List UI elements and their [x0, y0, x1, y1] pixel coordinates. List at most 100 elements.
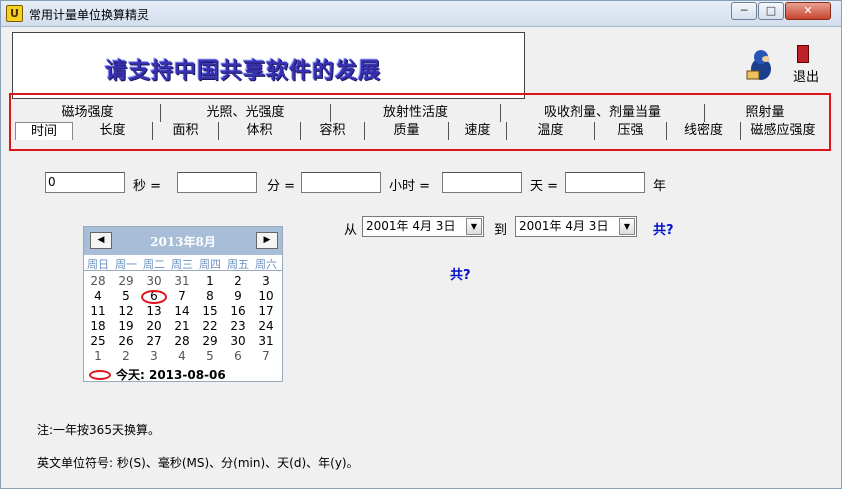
exit-label[interactable]: 退出 [793, 66, 819, 85]
calendar-header: ◀ 2013年8月 ▶ [84, 227, 282, 255]
month-calendar[interactable]: ◀ 2013年8月 ▶ 周日 周一 周二 周三 周四 周五 周六 28 29 30 31 1 2 3 4 5… [83, 226, 283, 382]
calendar-day[interactable]: 6 [224, 349, 252, 363]
calendar-day[interactable]: 28 [84, 274, 112, 288]
close-button[interactable]: ✕ [785, 2, 831, 20]
tab-mass[interactable]: 质量 [365, 122, 449, 140]
calendar-day[interactable]: 1 [84, 349, 112, 363]
tab-illuminance[interactable]: 光照、光强度 [161, 104, 331, 122]
next-month-button[interactable]: ▶ [256, 232, 278, 249]
tab-temperature[interactable]: 温度 [507, 122, 595, 140]
minimize-button[interactable]: ─ [731, 2, 757, 20]
maximize-button[interactable]: □ [758, 2, 784, 20]
note-year-days: 注:一年按365天换算。 [37, 423, 160, 437]
calendar-weekday-row: 周日 周一 周二 周三 周四 周五 周六 [84, 256, 282, 271]
calendar-month-title[interactable]: 2013年8月 [84, 233, 282, 250]
tab-magnetic-field-strength[interactable]: 磁场强度 [15, 104, 161, 122]
calendar-day[interactable]: 4 [84, 289, 112, 303]
calendar-day[interactable]: 20 [140, 319, 168, 333]
days-input[interactable] [442, 172, 522, 193]
calendar-diff-result: 共? [450, 268, 471, 283]
calendar-day[interactable]: 19 [112, 319, 140, 333]
calendar-day[interactable]: 23 [224, 319, 252, 333]
tab-capacity[interactable]: 容积 [301, 122, 365, 140]
calendar-day[interactable]: 7 [168, 289, 196, 303]
calendar-day[interactable]: 3 [252, 274, 280, 288]
app-logo-icon: U [6, 5, 23, 22]
support-banner: 请支持中国共享软件的发展 [12, 32, 525, 99]
calendar-day[interactable]: 24 [252, 319, 280, 333]
chevron-down-icon[interactable]: ▼ [619, 218, 635, 235]
calendar-day[interactable]: 25 [84, 334, 112, 348]
calendar-day[interactable]: 1 [196, 274, 224, 288]
from-date-value: 2001年 4月 3日 [366, 219, 456, 233]
calendar-day[interactable]: 22 [196, 319, 224, 333]
calendar-day[interactable]: 28 [168, 334, 196, 348]
years-input[interactable] [565, 172, 645, 193]
years-label: 年 [653, 179, 667, 194]
calendar-day[interactable]: 2 [224, 274, 252, 288]
hours-label: 小时 = [389, 179, 431, 194]
calendar-day[interactable]: 12 [112, 304, 140, 318]
banner-text: 请支持中国共享软件的发展 [105, 59, 382, 84]
calendar-day[interactable]: 18 [84, 319, 112, 333]
tab-magnetic-induction[interactable]: 磁感应强度 [741, 122, 825, 140]
calendar-day[interactable]: 4 [168, 349, 196, 363]
tab-volume[interactable]: 体积 [219, 122, 301, 140]
tab-exposure[interactable]: 照射量 [705, 104, 825, 122]
calendar-day[interactable]: 5 [112, 289, 140, 303]
calendar-day[interactable]: 5 [196, 349, 224, 363]
app-window: U 常用计量单位换算精灵 ─ □ ✕ 请支持中国共享软件的发展 退出 磁场强度 … [0, 0, 842, 489]
calendar-day[interactable]: 8 [196, 289, 224, 303]
calendar-day[interactable]: 29 [196, 334, 224, 348]
calendar-day[interactable]: 27 [140, 334, 168, 348]
calendar-day[interactable]: 30 [224, 334, 252, 348]
window-title: 常用计量单位换算精灵 [29, 8, 150, 22]
seconds-input[interactable]: 0 [45, 172, 125, 193]
tab-length[interactable]: 长度 [73, 122, 153, 140]
tab-area[interactable]: 面积 [153, 122, 219, 140]
minutes-input[interactable] [177, 172, 257, 193]
calendar-weekday: 周一 [115, 258, 137, 271]
calendar-day[interactable]: 14 [168, 304, 196, 318]
calendar-day[interactable]: 26 [112, 334, 140, 348]
calendar-weekday: 周日 [87, 258, 109, 271]
from-date-picker[interactable]: 2001年 4月 3日 ▼ [362, 216, 484, 237]
calendar-day[interactable]: 9 [224, 289, 252, 303]
calendar-day[interactable]: 21 [168, 319, 196, 333]
to-date-picker[interactable]: 2001年 4月 3日 ▼ [515, 216, 637, 237]
calendar-day[interactable]: 13 [140, 304, 168, 318]
calendar-day[interactable]: 11 [84, 304, 112, 318]
tab-time[interactable]: 时间 [15, 122, 73, 140]
selected-day-marker [141, 290, 167, 304]
hours-input[interactable] [301, 172, 381, 193]
to-date-value: 2001年 4月 3日 [519, 219, 609, 233]
calendar-day[interactable]: 2 [112, 349, 140, 363]
exit-mascot-icon[interactable] [743, 47, 779, 83]
days-label: 天 = [530, 179, 559, 194]
calendar-weekday: 周二 [143, 258, 165, 271]
exit-door-icon[interactable] [797, 45, 809, 63]
note-unit-symbols: 英文单位符号: 秒(S)、毫秒(MS)、分(min)、天(d)、年(y)。 [37, 456, 359, 470]
calendar-day[interactable]: 7 [252, 349, 280, 363]
tab-pressure[interactable]: 压强 [595, 122, 667, 140]
calendar-day[interactable]: 15 [196, 304, 224, 318]
tab-speed[interactable]: 速度 [449, 122, 507, 140]
calendar-day[interactable]: 29 [112, 274, 140, 288]
calendar-weekday: 周四 [199, 258, 221, 271]
chevron-down-icon[interactable]: ▼ [466, 218, 482, 235]
calendar-day[interactable]: 10 [252, 289, 280, 303]
from-label: 从 [344, 223, 358, 238]
calendar-day[interactable]: 31 [168, 274, 196, 288]
calendar-day[interactable]: 3 [140, 349, 168, 363]
calendar-day[interactable]: 17 [252, 304, 280, 318]
tab-radioactivity[interactable]: 放射性活度 [331, 104, 501, 122]
calendar-day[interactable]: 16 [224, 304, 252, 318]
tab-linear-density[interactable]: 线密度 [667, 122, 741, 140]
calendar-today-link[interactable]: 今天: 2013-08-06 [116, 366, 226, 383]
calendar-day[interactable]: 30 [140, 274, 168, 288]
tab-absorbed-dose[interactable]: 吸收剂量、剂量当量 [501, 104, 705, 122]
calendar-weekday: 周六 [255, 258, 277, 271]
calendar-day[interactable]: 31 [252, 334, 280, 348]
to-label: 到 [494, 223, 508, 238]
calendar-weekday: 周五 [227, 258, 249, 271]
